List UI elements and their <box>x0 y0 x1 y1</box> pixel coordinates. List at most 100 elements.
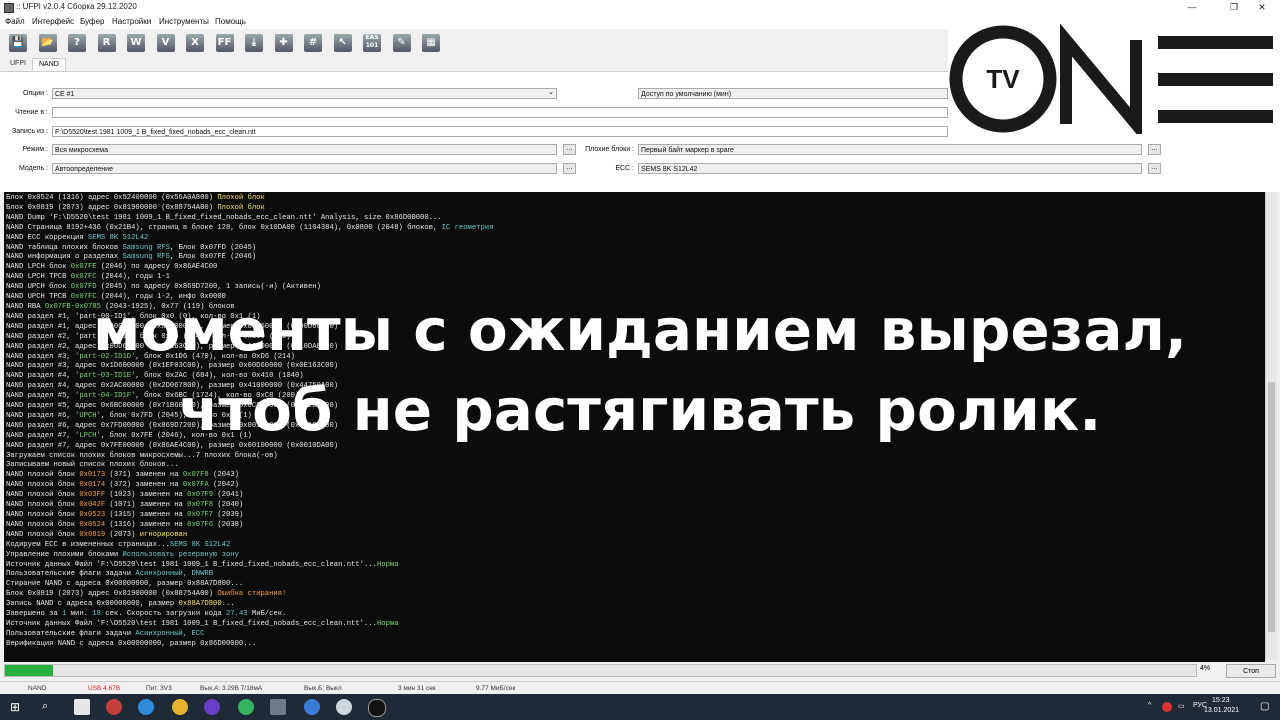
eas-button[interactable]: EAS 101 <box>360 31 384 55</box>
log-line: NAND плохой блок 0x042F (1071) заменен н… <box>4 501 1265 511</box>
log-line: NAND UPCH блок 0x07FD (2045) по адресу 0… <box>4 283 1265 293</box>
write-button[interactable]: W <box>124 31 148 55</box>
mode-select[interactable]: Вся микросхема <box>52 144 557 155</box>
download-icon: ⤓ <box>245 34 263 52</box>
cursor-button[interactable]: ↖ <box>331 31 355 55</box>
log-line: NAND плохой блок 0x0523 (1315) заменен н… <box>4 511 1265 521</box>
log-segment: NAND раздел #4, адрес 0x2AC00000 (0x2D06… <box>6 382 339 391</box>
menu-settings[interactable]: Настройки <box>112 17 151 26</box>
windows-start-icon[interactable]: ⊞ <box>10 700 20 714</box>
menu-help[interactable]: Помощь <box>215 17 246 26</box>
log-segment: Асинхронный, DNWRB <box>135 570 214 579</box>
log-segment: (2043-1925), 0x77 (119) блоков <box>100 302 235 311</box>
tray-chevron-icon[interactable]: ^ <box>1148 702 1151 709</box>
log-scrollbar[interactable] <box>1265 192 1277 660</box>
log-segment: (2045) по адресу 0x869D7200, 1 запись(-и… <box>96 283 321 292</box>
log-segment: Ошибка стирания! <box>217 590 287 599</box>
log-line: NAND раздел #6, адрес 0x7FD00000 (0x869D… <box>4 422 1265 432</box>
app-whatsapp-icon[interactable] <box>238 699 254 715</box>
log-segment: Норма <box>376 560 399 569</box>
task-view-icon[interactable] <box>74 699 90 715</box>
app-chrome-icon[interactable] <box>172 699 188 715</box>
log-segment: 0x07FB-0x0785 <box>44 302 101 311</box>
app-explorer-icon[interactable] <box>304 699 320 715</box>
app-ufpi-icon[interactable] <box>270 699 286 715</box>
log-segment: 'UPCH' <box>75 411 101 420</box>
log-segment: 0x07FC <box>70 273 97 282</box>
app-obs-icon[interactable] <box>368 699 386 717</box>
menu-interface[interactable]: Интерфейс <box>32 17 74 26</box>
log-line: NAND раздел #3, 'part-02-ID1D', блок 0x1… <box>4 353 1265 363</box>
tray-time[interactable]: 15:23 <box>1212 697 1230 704</box>
ecc-select[interactable]: SEMS 8K S12L42 <box>638 163 1142 174</box>
status-speed: 9.77 МиБ/сек <box>476 685 516 692</box>
log-console[interactable]: Блок 0x0524 (1316) адрес 0x52400000 (0x5… <box>4 192 1265 662</box>
minimize-button[interactable]: — <box>1170 0 1214 15</box>
notifications-icon[interactable]: ▢ <box>1260 701 1269 712</box>
identify-button[interactable]: ? <box>65 31 89 55</box>
erase-button[interactable]: X <box>183 31 207 55</box>
log-segment: (1315) заменен на <box>105 511 188 519</box>
read-button[interactable]: R <box>95 31 119 55</box>
log-segment: NAND раздел #7, адрес 0x7FE00000 (0x86AE… <box>6 441 339 450</box>
tab-ufpi[interactable]: UFPI <box>4 58 32 70</box>
log-segment: (2039) <box>213 511 244 519</box>
log-segment: 0x07FC <box>70 293 97 302</box>
tray-date[interactable]: 13.01.2021 <box>1204 707 1239 714</box>
log-segment: NAND раздел #4, <box>6 372 76 381</box>
log-line: NAND раздел #6, 'UPCH', блок 0x7FD (2045… <box>4 412 1265 422</box>
read-path-input[interactable] <box>52 107 948 118</box>
options-select[interactable]: CE #1 <box>52 88 557 99</box>
log-segment: Использовать резервную зону <box>122 550 239 559</box>
log-segment: игнорирован <box>139 530 188 539</box>
open-folder-icon: 📂 <box>38 34 57 52</box>
log-segment: (2041) <box>213 491 244 500</box>
title-bar: :: UFPI v2.0.4 Сборка 29.12.2020 — ❐ ✕ <box>0 0 1280 15</box>
log-line: NAND раздел #7, 'LPCH', блок 0x7FE (2046… <box>4 432 1265 442</box>
scrollbar-thumb[interactable] <box>1268 382 1275 632</box>
model-label: Модель : <box>18 165 48 172</box>
log-segment: 'LPCH' <box>75 431 101 440</box>
tray-app-icon[interactable] <box>1162 702 1172 712</box>
open-folder-button[interactable]: 📂 <box>36 31 60 55</box>
close-button[interactable]: ✕ <box>1240 0 1280 15</box>
log-segment: NAND раздел #2, 'part-01-ID1', блок 0xD6… <box>6 332 291 341</box>
log-segment: NAND раздел #5, адрес 0x6BC00000 (0x71B6… <box>6 402 339 411</box>
ecc-browse-button[interactable]: ... <box>1148 163 1161 174</box>
log-line: NAND плохой блок 0x03FF (1023) заменен н… <box>4 491 1265 501</box>
access-select[interactable]: Доступ по умолчанию (мин) <box>638 88 948 99</box>
log-segment: 0x07F9 <box>187 491 214 500</box>
app-edge-icon[interactable] <box>138 699 154 715</box>
menu-file[interactable]: Файл <box>5 17 25 26</box>
search-icon[interactable]: ⌕ <box>42 700 48 713</box>
progress-percent: 4% <box>1200 665 1211 672</box>
model-select[interactable]: Автоопределение <box>52 163 557 174</box>
log-segment: Блок 0x0819 (2073) адрес 0x81900000 (0x8… <box>6 203 218 212</box>
window-title: :: UFPI v2.0.4 Сборка 29.12.2020 <box>16 2 137 11</box>
app-tool-icon[interactable] <box>336 699 352 715</box>
log-segment: (371) заменен на <box>105 471 183 480</box>
ff-button[interactable]: FF <box>213 31 237 55</box>
badblocks-select[interactable]: Первый байт маркер в spare <box>638 144 1142 155</box>
download-button[interactable]: ⤓ <box>242 31 266 55</box>
app-viber-icon[interactable] <box>204 699 220 715</box>
plugin-button[interactable]: ✚ <box>272 31 296 55</box>
log-segment: 0x03FF <box>79 491 106 500</box>
log-line: Загружаем список плохих блоков микросхем… <box>4 452 1265 462</box>
log-segment: NAND ECC коррекция <box>6 233 88 242</box>
chip-button[interactable]: # <box>301 31 325 55</box>
grid-button[interactable]: ▦ <box>419 31 443 55</box>
badblocks-browse-button[interactable]: ... <box>1148 144 1161 155</box>
log-segment: Плохой блок <box>217 203 265 212</box>
stop-button[interactable]: Стоп <box>1226 664 1276 678</box>
save-button[interactable]: 💾 <box>6 31 30 55</box>
menu-tools[interactable]: Инструменты <box>159 17 209 26</box>
tab-nand[interactable]: NAND <box>32 58 66 71</box>
tray-network-icon[interactable]: ▭ <box>1178 702 1185 710</box>
verify-button[interactable]: V <box>154 31 178 55</box>
app-opera-icon[interactable] <box>106 699 122 715</box>
ecc-label: ECC : <box>615 165 634 172</box>
write-path-input[interactable]: F:\D5520\test 1981 1009_1 B_fixed_fixed_… <box>52 126 948 137</box>
menu-buffer[interactable]: Буфер <box>80 17 104 26</box>
edit-button[interactable]: ✎ <box>390 31 414 55</box>
